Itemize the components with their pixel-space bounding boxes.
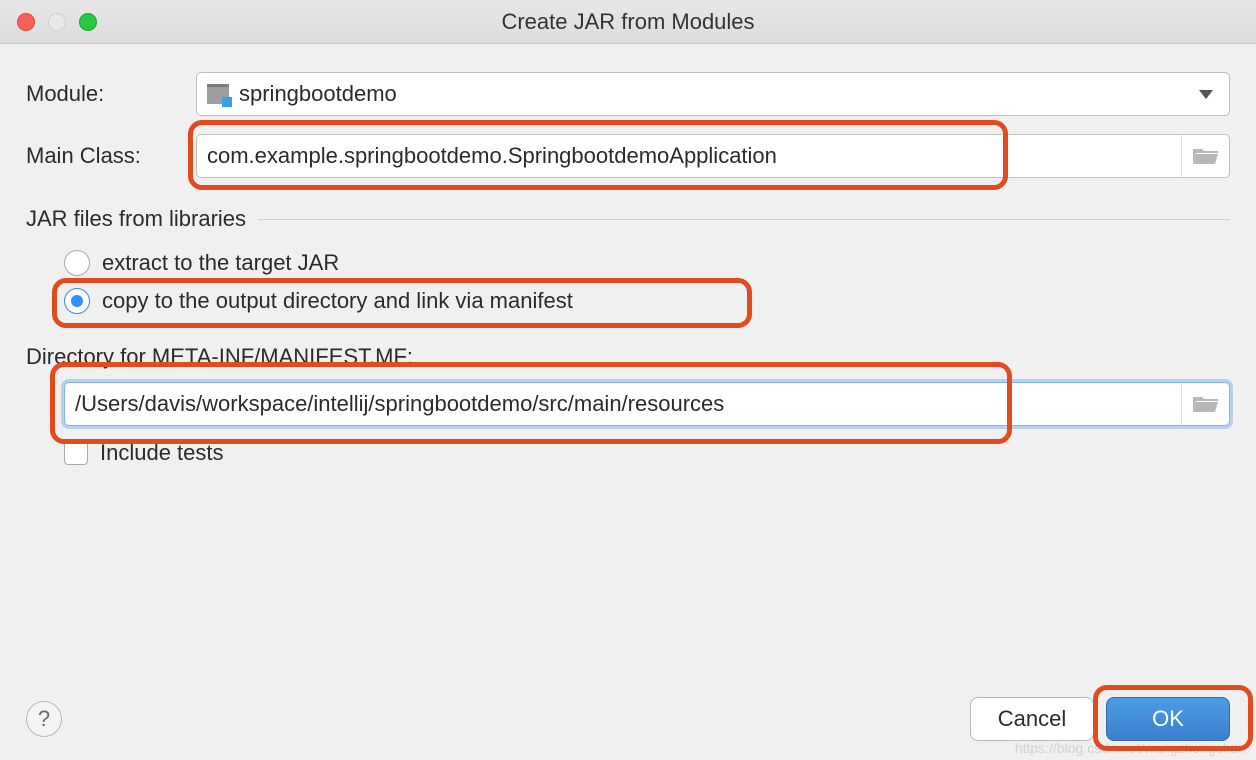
section-divider <box>258 219 1230 220</box>
main-class-label: Main Class: <box>26 143 196 169</box>
ok-button[interactable]: OK <box>1106 697 1230 741</box>
radio-copy-row[interactable]: copy to the output directory and link vi… <box>64 288 1230 314</box>
dialog-footer: ? Cancel OK <box>0 678 1256 760</box>
include-tests-label: Include tests <box>100 440 224 466</box>
radio-extract-label: extract to the target JAR <box>102 250 339 276</box>
manifest-dir-label: Directory for META-INF/MANIFEST.MF: <box>26 344 1230 370</box>
folder-open-icon <box>1193 394 1219 414</box>
cancel-button[interactable]: Cancel <box>970 697 1094 741</box>
help-button[interactable]: ? <box>26 701 62 737</box>
manifest-dir-input[interactable] <box>64 382 1230 426</box>
maximize-window-button[interactable] <box>79 13 97 31</box>
radio-extract[interactable] <box>64 250 90 276</box>
browse-main-class-button[interactable] <box>1181 135 1229 177</box>
module-value: springbootdemo <box>239 81 397 107</box>
manifest-dir-field-wrap <box>26 382 1230 426</box>
window-controls <box>17 13 97 31</box>
dialog-title: Create JAR from Modules <box>0 9 1256 35</box>
close-window-button[interactable] <box>17 13 35 31</box>
radio-extract-row[interactable]: extract to the target JAR <box>64 250 1230 276</box>
minimize-window-button[interactable] <box>48 13 66 31</box>
libraries-section-header: JAR files from libraries <box>26 206 1230 232</box>
titlebar: Create JAR from Modules <box>0 0 1256 44</box>
module-icon <box>207 84 229 104</box>
radio-copy[interactable] <box>64 288 90 314</box>
dialog-content: Module: springbootdemo Main Class: <box>0 44 1256 466</box>
main-class-row: Main Class: <box>26 134 1230 178</box>
chevron-down-icon <box>1197 85 1215 103</box>
main-class-input[interactable] <box>196 134 1230 178</box>
folder-open-icon <box>1193 146 1219 166</box>
module-label: Module: <box>26 81 196 107</box>
module-row: Module: springbootdemo <box>26 72 1230 116</box>
include-tests-row: Include tests <box>64 440 1230 466</box>
browse-manifest-dir-button[interactable] <box>1181 383 1229 425</box>
radio-copy-label: copy to the output directory and link vi… <box>102 288 573 314</box>
libraries-section-label: JAR files from libraries <box>26 206 246 232</box>
module-dropdown[interactable]: springbootdemo <box>196 72 1230 116</box>
libraries-radio-group: extract to the target JAR copy to the ou… <box>26 250 1230 314</box>
include-tests-checkbox[interactable] <box>64 441 88 465</box>
